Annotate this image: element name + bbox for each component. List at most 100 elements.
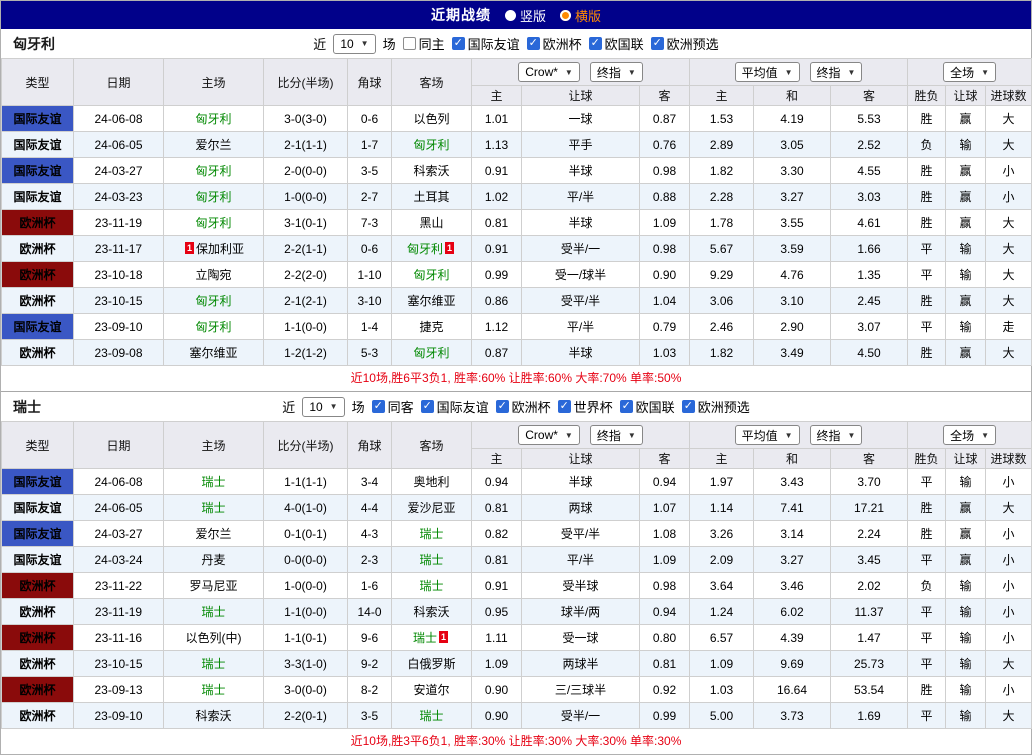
- layout-option-vertical[interactable]: 竖版: [504, 6, 546, 25]
- filter-option-4[interactable]: 世界杯: [557, 397, 613, 416]
- home-team-name[interactable]: 匈牙利: [195, 216, 231, 230]
- recent-count-select[interactable]: 10 ▼: [302, 396, 345, 417]
- fulltime-select[interactable]: 全场 ▼: [943, 62, 996, 82]
- league-cell: 欧洲杯: [1, 624, 74, 651]
- away-team-name[interactable]: 以色列: [413, 112, 449, 126]
- home-team-name[interactable]: 爱尔兰: [195, 527, 231, 541]
- chevron-down-icon: ▼: [784, 430, 793, 440]
- filter-option-5[interactable]: 欧国联: [619, 397, 675, 416]
- filter-option-label: 欧国联: [604, 37, 644, 52]
- europe-final-select[interactable]: 终指 ▼: [809, 62, 863, 82]
- away-team-name[interactable]: 科索沃: [413, 164, 449, 178]
- home-team-name[interactable]: 瑞士: [201, 605, 225, 619]
- ah-home-odds-cell: 1.11: [471, 624, 522, 651]
- away-team-cell: 瑞士: [391, 572, 472, 599]
- average-select[interactable]: 平均值 ▼: [734, 425, 800, 445]
- filter-option-label: 欧国联: [635, 400, 675, 415]
- away-team-name[interactable]: 瑞士: [413, 631, 437, 645]
- home-team-name[interactable]: 塞尔维亚: [189, 346, 237, 360]
- home-team-name[interactable]: 立陶宛: [195, 268, 231, 282]
- eu-away-odds-cell: 2.24: [829, 520, 909, 547]
- handicap-result-cell: 赢: [945, 183, 987, 210]
- home-team-name[interactable]: 匈牙利: [195, 112, 231, 126]
- handicap-result-cell: 输: [945, 598, 987, 625]
- home-team-name[interactable]: 科索沃: [195, 709, 231, 723]
- handicap-final-select[interactable]: 终指 ▼: [589, 62, 643, 82]
- filter-option-4[interactable]: 欧国联: [588, 34, 644, 53]
- eu-home-odds-cell: 1.03: [689, 676, 754, 703]
- subheader-ah-away: 客: [639, 448, 690, 469]
- subheader-result: 胜负: [907, 85, 947, 106]
- home-team-name[interactable]: 罗马尼亚: [189, 579, 237, 593]
- layout-option-horizontal[interactable]: 横版: [560, 6, 601, 25]
- home-team-name[interactable]: 保加利亚: [196, 242, 244, 256]
- home-team-cell: 匈牙利: [163, 209, 264, 236]
- europe-final-select[interactable]: 终指 ▼: [809, 425, 863, 445]
- home-team-name[interactable]: 爱尔兰: [195, 138, 231, 152]
- filter-option-3[interactable]: 欧洲杯: [526, 34, 582, 53]
- away-team-name[interactable]: 科索沃: [413, 605, 449, 619]
- ah-home-odds-cell: 0.81: [471, 546, 522, 573]
- corner-cell: 5-3: [347, 339, 392, 366]
- away-team-name[interactable]: 瑞士: [419, 709, 443, 723]
- away-team-name[interactable]: 匈牙利: [413, 346, 449, 360]
- match-row: 国际友谊 24-03-27 匈牙利 2-0(0-0) 3-5 科索沃 0.91 半球 0.98 1…: [1, 157, 1032, 184]
- average-select[interactable]: 平均值 ▼: [734, 62, 800, 82]
- filter-option-3[interactable]: 欧洲杯: [495, 397, 551, 416]
- result-cell: 胜: [907, 183, 947, 210]
- match-row: 欧洲杯 23-11-16 以色列(中) 1-1(0-1) 9-6 瑞士 1 1.11 受一球 0.…: [1, 624, 1032, 651]
- score-cell: 1-0(0-0): [263, 183, 348, 210]
- home-team-name[interactable]: 瑞士: [201, 683, 225, 697]
- home-team-name[interactable]: 瑞士: [201, 501, 225, 515]
- away-team-name[interactable]: 匈牙利: [407, 242, 443, 256]
- away-team-name[interactable]: 黑山: [419, 216, 443, 230]
- away-team-name[interactable]: 瑞士: [419, 527, 443, 541]
- away-team-name[interactable]: 瑞士: [419, 579, 443, 593]
- goals-result-cell: 大: [985, 131, 1032, 158]
- filter-option-1[interactable]: 同主: [402, 34, 445, 53]
- home-team-name[interactable]: 匈牙利: [195, 320, 231, 334]
- away-team-name[interactable]: 爱沙尼亚: [407, 501, 455, 515]
- away-team-name[interactable]: 奥地利: [413, 475, 449, 489]
- eu-home-odds-cell: 2.46: [689, 313, 754, 340]
- bookmaker-select[interactable]: Crow* ▼: [518, 425, 580, 445]
- away-team-name[interactable]: 匈牙利: [413, 268, 449, 282]
- handicap-final-select[interactable]: 终指 ▼: [589, 425, 643, 445]
- home-team-name[interactable]: 丹麦: [201, 553, 225, 567]
- home-team-name[interactable]: 瑞士: [201, 657, 225, 671]
- filter-option-5[interactable]: 欧洲预选: [650, 34, 719, 53]
- home-team-name[interactable]: 匈牙利: [195, 164, 231, 178]
- filter-option-6[interactable]: 欧洲预选: [681, 397, 750, 416]
- subheader-ah-result: 让球: [945, 85, 987, 106]
- filter-option-1[interactable]: 同客: [371, 397, 414, 416]
- filter-option-2[interactable]: 国际友谊: [420, 397, 489, 416]
- eu-away-odds-cell: 1.66: [829, 235, 909, 262]
- home-team-name[interactable]: 瑞士: [201, 475, 225, 489]
- home-team-cell: 立陶宛: [163, 261, 264, 288]
- home-team-name[interactable]: 匈牙利: [195, 294, 231, 308]
- recent-count-select[interactable]: 10 ▼: [333, 33, 376, 54]
- handicap-odds-header: Crow* ▼ 终指 ▼: [471, 58, 690, 86]
- fulltime-select[interactable]: 全场 ▼: [943, 425, 996, 445]
- home-team-cell: 瑞士: [163, 676, 264, 703]
- away-team-name[interactable]: 安道尔: [413, 683, 449, 697]
- away-team-name[interactable]: 捷克: [419, 320, 443, 334]
- away-team-name[interactable]: 土耳其: [413, 190, 449, 204]
- home-team-name[interactable]: 以色列(中): [186, 631, 242, 645]
- column-header-away: 客场: [391, 421, 472, 469]
- away-team-name[interactable]: 匈牙利: [413, 138, 449, 152]
- away-team-cell: 捷克: [391, 313, 472, 340]
- away-team-name[interactable]: 塞尔维亚: [407, 294, 455, 308]
- away-team-cell: 土耳其: [391, 183, 472, 210]
- goals-result-cell: 大: [985, 702, 1032, 729]
- filter-option-2[interactable]: 国际友谊: [451, 34, 520, 53]
- home-team-name[interactable]: 匈牙利: [195, 190, 231, 204]
- radio-label-vertical: 竖版: [519, 8, 546, 24]
- bookmaker-select[interactable]: Crow* ▼: [518, 62, 580, 82]
- subheader-eu-away: 客: [829, 448, 909, 469]
- home-team-cell: 瑞士: [163, 468, 264, 495]
- date-cell: 23-10-18: [73, 261, 164, 288]
- ah-away-odds-cell: 0.99: [639, 702, 690, 729]
- away-team-name[interactable]: 白俄罗斯: [407, 657, 455, 671]
- away-team-name[interactable]: 瑞士: [419, 553, 443, 567]
